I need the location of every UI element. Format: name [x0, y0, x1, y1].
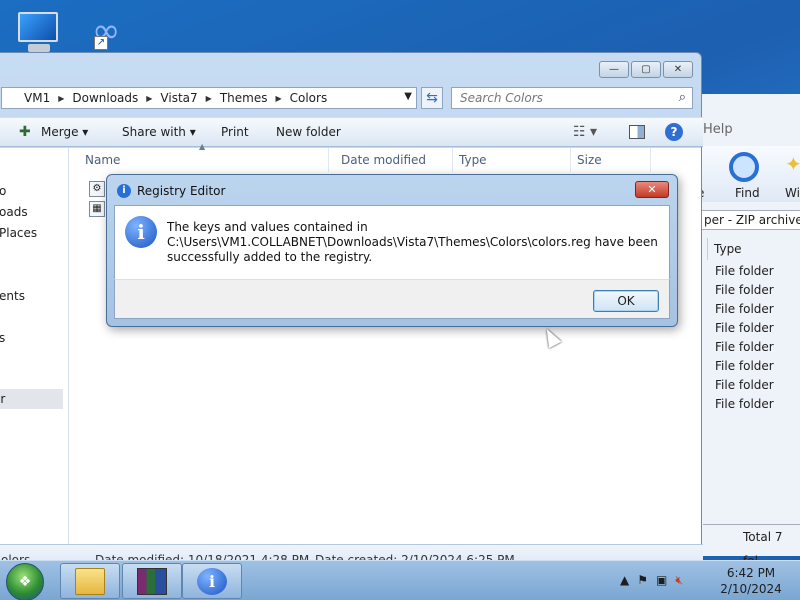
chevron-right-icon[interactable]: ▶	[52, 94, 70, 103]
breadcrumb-downloads[interactable]: Downloads	[70, 91, 140, 105]
close-button[interactable]: ✕	[663, 61, 693, 78]
views-icon[interactable]: ☷ ▾	[573, 124, 597, 140]
share-with-label: Share with	[122, 125, 186, 139]
preview-pane-icon[interactable]	[629, 125, 645, 139]
nav-item[interactable]: s	[0, 331, 5, 345]
chevron-down-icon[interactable]: ▼	[404, 91, 412, 102]
new-folder-button[interactable]: New folder	[276, 125, 341, 139]
list-item[interactable]: File folder	[715, 338, 774, 357]
print-button[interactable]: Print	[221, 125, 249, 139]
dialog-message: The keys and values contained in C:\User…	[167, 220, 663, 265]
merge-button[interactable]: Merge ▾	[41, 125, 88, 139]
chevron-right-icon[interactable]: ▶	[140, 94, 158, 103]
search-icon[interactable]: ⌕	[679, 90, 686, 105]
merge-label: Merge	[41, 125, 79, 139]
minimize-button[interactable]: —	[599, 61, 629, 78]
navigation-pane: o oads Places ents s er	[0, 148, 69, 544]
dialog-footer: OK	[114, 279, 670, 319]
info-icon: i	[197, 568, 227, 595]
registry-editor-dialog: i Registry Editor ✕ i The keys and value…	[106, 174, 678, 327]
system-tray: ▲ ⚑ ▣ 🔇︎	[620, 573, 683, 588]
message-line: C:\Users\VM1.COLLABNET\Downloads\Vista7\…	[167, 235, 658, 249]
list-item[interactable]: File folder	[715, 376, 774, 395]
share-with-button[interactable]: Share with ▾	[122, 125, 196, 139]
refresh-button[interactable]: ⇆	[421, 87, 443, 109]
column-name[interactable]: Name	[79, 148, 329, 172]
list-item[interactable]: File folder	[715, 319, 774, 338]
clock-time: 6:42 PM	[726, 566, 776, 580]
chevron-right-icon[interactable]: ▶	[269, 94, 287, 103]
breadcrumb-vista7[interactable]: Vista7	[158, 91, 199, 105]
taskbar-registry-editor[interactable]: i	[182, 563, 242, 599]
status-total: Total 7 fol	[703, 524, 800, 568]
command-bar: ✚ Merge ▾ Share with ▾ Print New folder …	[0, 117, 703, 147]
list-item[interactable]: File folder	[715, 300, 774, 319]
start-button[interactable]: ❖	[6, 563, 44, 600]
taskbar-explorer[interactable]	[60, 563, 120, 599]
monitor-screen	[18, 12, 58, 42]
background-archive-window[interactable]: Help e Find ✦ Wiz per - ZIP archive, u T…	[696, 94, 800, 568]
monitor-stand	[28, 44, 50, 52]
nav-item-documents[interactable]: ents	[0, 289, 25, 303]
show-hidden-icons-icon[interactable]: ▲	[620, 573, 629, 588]
reg-file-icon[interactable]: ▦	[89, 201, 105, 217]
dialog-title: Registry Editor	[137, 184, 226, 198]
theme-file-icon[interactable]: ⚙	[89, 181, 105, 197]
nav-item[interactable]: o	[0, 184, 6, 198]
nav-item-downloads[interactable]: oads	[0, 205, 28, 219]
wizard-icon[interactable]: ✦	[785, 152, 800, 176]
volume-muted-icon[interactable]: 🔇︎	[675, 573, 683, 588]
list-item[interactable]: File folder	[715, 395, 774, 414]
close-button[interactable]: ✕	[635, 181, 669, 198]
archive-file-list: File folder File folder File folder File…	[715, 262, 774, 414]
information-icon: i	[125, 216, 157, 248]
info-icon: i	[117, 184, 131, 198]
clock-date: 2/10/2024	[720, 582, 782, 596]
shortcut-arrow-icon: ↗	[94, 36, 108, 50]
taskbar-winrar[interactable]	[122, 563, 182, 599]
list-item[interactable]: File folder	[715, 281, 774, 300]
archive-toolbar: e Find ✦ Wiz	[697, 146, 800, 202]
wizard-button[interactable]: Wiz	[785, 186, 800, 200]
help-icon[interactable]: ?	[665, 123, 683, 141]
flag-icon[interactable]: ⚑	[637, 573, 648, 588]
maximize-button[interactable]: ▢	[631, 61, 661, 78]
address-bar[interactable]: VM1 ▶ Downloads ▶ Vista7 ▶ Themes ▶ Colo…	[1, 87, 417, 109]
column-date-modified[interactable]: Date modified	[335, 148, 453, 172]
clock[interactable]: 6:42 PM 2/10/2024	[716, 565, 786, 597]
nav-item-recent-places[interactable]: Places	[0, 226, 37, 240]
list-item[interactable]: File folder	[715, 262, 774, 281]
column-size[interactable]: Size	[571, 148, 651, 172]
breadcrumb-colors[interactable]: Colors	[288, 91, 330, 105]
message-line: The keys and values contained in	[167, 220, 368, 234]
column-type[interactable]: Type	[453, 148, 571, 172]
dialog-body: i The keys and values contained in C:\Us…	[114, 205, 670, 279]
taskbar: ❖ i ▲ ⚑ ▣ 🔇︎ 6:42 PM 2/10/2024	[0, 560, 800, 600]
network-icon[interactable]: ▣	[656, 573, 667, 588]
folder-icon	[75, 568, 105, 595]
find-button[interactable]: Find	[735, 186, 760, 200]
window-controls: — ▢ ✕	[599, 61, 693, 78]
search-input[interactable]: Search Colors ⌕	[451, 87, 693, 109]
ok-button[interactable]: OK	[593, 290, 659, 312]
menu-help[interactable]: Help	[703, 122, 733, 137]
find-icon[interactable]	[729, 152, 759, 182]
column-type[interactable]: Type	[707, 238, 800, 260]
message-line: successfully added to the registry.	[167, 250, 373, 264]
navigation-bar: VM1 ▶ Downloads ▶ Vista7 ▶ Themes ▶ Colo…	[0, 87, 703, 111]
archive-address[interactable]: per - ZIP archive, u	[701, 210, 800, 230]
search-placeholder: Search Colors	[460, 91, 543, 105]
winrar-icon	[137, 568, 167, 595]
breadcrumb-themes[interactable]: Themes	[218, 91, 270, 105]
breadcrumb-vm1[interactable]: VM1	[22, 91, 52, 105]
merge-icon[interactable]: ✚	[19, 124, 31, 140]
nav-item-computer-selected[interactable]: er	[0, 389, 63, 409]
chevron-right-icon[interactable]: ▶	[200, 94, 218, 103]
list-item[interactable]: File folder	[715, 357, 774, 376]
